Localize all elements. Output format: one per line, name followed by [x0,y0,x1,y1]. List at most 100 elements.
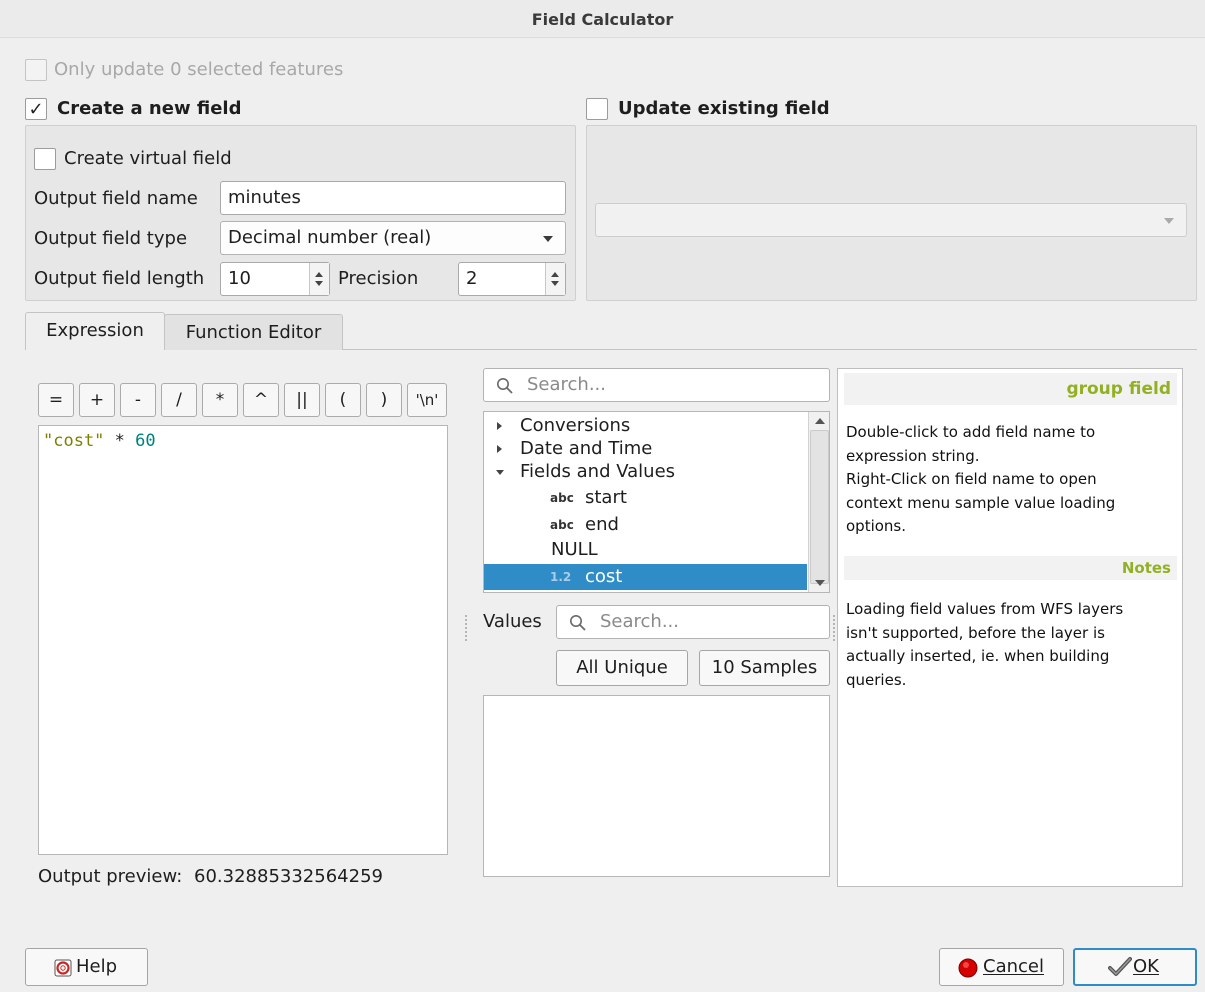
operator-newline-button[interactable]: '\n' [407,383,447,417]
search-icon [497,378,513,394]
tree-field-start[interactable]: abc start [484,486,808,510]
ok-button[interactable]: OK [1073,948,1197,986]
help-icon [54,959,72,977]
tree-group-fields-and-values[interactable]: Fields and Values [484,460,808,484]
notes-line: queries. [846,670,907,689]
precision-spinbox[interactable]: 2 [458,262,566,296]
output-preview-label: Output preview: [38,866,183,887]
tree-scrollbar[interactable] [808,412,829,592]
operator-toolbar: = + - / * ^ || ( ) '\n' [38,383,450,419]
notes-line: Loading field values from WFS layers [846,600,1124,618]
values-list[interactable] [483,695,830,877]
help-line: Right-Click on field name to open [846,470,1097,488]
help-heading: group field [844,373,1177,405]
splitter-handle[interactable] [465,615,467,641]
window-title: Field Calculator [0,0,1205,38]
tree-field-label: cost [585,566,623,587]
chevron-right-icon [497,445,502,453]
help-line: options. [846,517,907,535]
output-field-length-spinbox[interactable]: 10 [220,262,330,296]
scroll-down-icon[interactable] [815,580,825,586]
update-existing-group [586,125,1197,301]
cancel-icon [958,958,978,978]
notes-body: Loading field values from WFS layers isn… [846,598,1178,692]
output-field-name-input[interactable]: minutes [220,181,566,215]
tree-group-label: Fields and Values [520,461,676,482]
values-search-input[interactable]: Search... [556,605,830,639]
operator-plus-button[interactable]: + [79,383,115,417]
operator-divide-button[interactable]: / [161,383,197,417]
output-field-type-select[interactable]: Decimal number (real) [220,221,566,255]
virtual-field-label: Create virtual field [64,148,232,169]
spin-up-icon[interactable] [315,272,323,277]
operator-concat-button[interactable]: || [284,383,320,417]
output-field-type-label: Output field type [34,228,188,249]
tree-field-end[interactable]: abc end [484,513,808,537]
tab-expression[interactable]: Expression [25,312,165,350]
output-preview: Output preview: 60.32885332564259 [38,865,383,889]
chevron-down-icon [543,236,553,242]
values-search-placeholder: Search... [600,611,680,632]
tree-value-null[interactable]: NULL [484,538,808,562]
all-unique-button[interactable]: All Unique [556,650,688,686]
tree-group-date-and-time[interactable]: Date and Time [484,437,808,461]
notes-heading: Notes [844,556,1177,580]
ok-button-label: OK [1133,956,1159,977]
tree-value-label: NULL [551,539,598,560]
update-existing-field-checkbox[interactable] [586,98,608,120]
output-preview-value: 60.32885332564259 [194,866,383,887]
cancel-button[interactable]: Cancel [939,948,1064,986]
chevron-right-icon [497,422,502,430]
number-field-icon: 1.2 [550,570,572,584]
virtual-field-checkbox[interactable] [34,148,56,170]
splitter-handle[interactable] [833,615,835,641]
function-search-input[interactable]: Search... [483,368,830,402]
ten-samples-button[interactable]: 10 Samples [699,650,830,686]
expr-operator-token: * [114,431,125,451]
create-new-field-checkbox[interactable]: ✓ [25,98,47,120]
precision-spin-buttons[interactable] [545,263,565,295]
values-label: Values [483,611,542,632]
function-search-placeholder: Search... [527,374,607,395]
create-new-field-row[interactable]: ✓ Create a new field [25,98,425,122]
expression-editor[interactable]: "cost" * 60 [38,425,448,855]
ok-check-icon [1108,957,1132,976]
only-selected-label: Only update 0 selected features [54,59,344,80]
update-existing-field-label: Update existing field [618,98,830,119]
tab-function-editor[interactable]: Function Editor [164,314,343,350]
notes-line: isn't supported, before the layer is [846,623,1105,642]
existing-field-select[interactable] [595,203,1187,237]
only-selected-checkbox[interactable] [25,59,47,81]
tree-field-cost-selected[interactable]: 1.2 cost [484,564,807,590]
help-body: Double-click to add field name to expres… [846,421,1178,539]
only-selected-row: Only update 0 selected features [25,59,425,83]
operator-open-paren-button[interactable]: ( [325,383,361,417]
operator-multiply-button[interactable]: * [202,383,238,417]
length-spin-buttons[interactable] [309,263,329,295]
function-tree[interactable]: Conversions Date and Time Fields and Val… [483,411,830,593]
scroll-up-icon[interactable] [815,418,825,424]
update-existing-field-row[interactable]: Update existing field [586,98,986,122]
cancel-button-label: Cancel [983,956,1044,977]
operator-minus-button[interactable]: - [120,383,156,417]
scroll-thumb[interactable] [810,430,829,584]
help-button[interactable]: Help [25,948,148,986]
text-field-icon: abc [550,491,574,505]
precision-label: Precision [338,268,419,289]
notes-line: actually inserted, ie. when building [846,647,1110,665]
spin-down-icon[interactable] [551,281,559,286]
output-field-name-label: Output field name [34,188,198,209]
tree-group-conversions[interactable]: Conversions [484,414,808,438]
output-field-length-value: 10 [228,268,251,289]
operator-power-button[interactable]: ^ [243,383,279,417]
operator-equals-button[interactable]: = [38,383,74,417]
operator-close-paren-button[interactable]: ) [366,383,402,417]
tree-group-label: Conversions [520,415,631,436]
help-line: context menu sample value loading [846,493,1116,512]
new-field-group: Create virtual field Output field name m… [25,125,576,301]
spin-down-icon[interactable] [315,281,323,286]
tree-field-label: end [585,514,619,535]
chevron-down-icon [1164,218,1174,224]
spin-up-icon[interactable] [551,272,559,277]
output-field-length-label: Output field length [34,268,205,289]
